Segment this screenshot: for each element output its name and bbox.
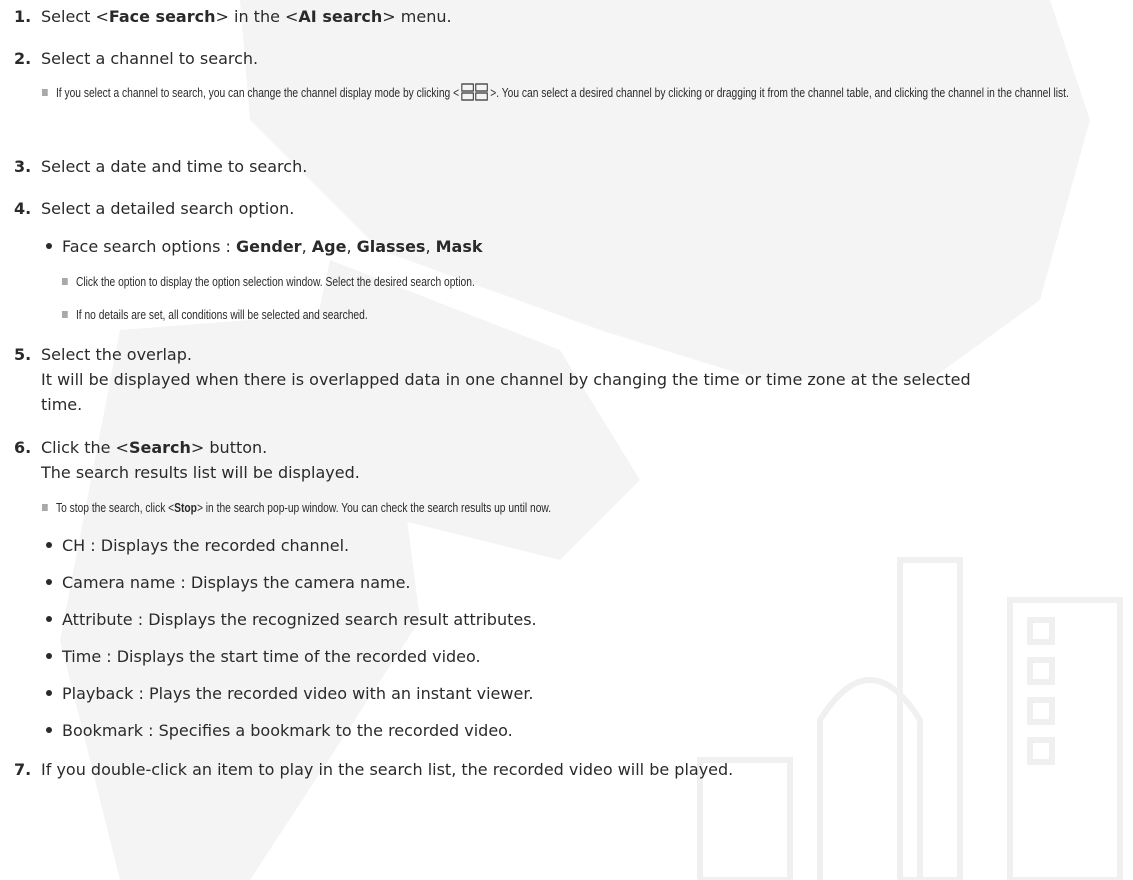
result-field-time: Time : Displays the start time of the re…	[46, 643, 481, 670]
search-button-label: Search	[128, 438, 191, 457]
step-number: 2.	[14, 49, 32, 68]
step-5-description: It will be displayed when there is overl…	[41, 370, 971, 389]
step-number: 5.	[14, 345, 32, 364]
result-field-ch: CH : Displays the recorded channel.	[46, 532, 349, 559]
step-1: 1. Select <Face search> in the <AI search…	[14, 3, 452, 30]
face-search-options: Face search options : Gender, Age, Glass…	[46, 233, 483, 260]
bullet-dot-icon	[46, 579, 52, 585]
menu-item-face-search: Face search	[108, 7, 216, 26]
note-marker-icon	[42, 504, 48, 511]
quad-grid-icon	[461, 83, 488, 101]
bullet-dot-icon	[46, 727, 52, 733]
note-channel-display: If you select a channel to search, you c…	[42, 80, 1116, 107]
menu-ai-search: AI search	[298, 7, 383, 26]
bullet-dot-icon	[46, 243, 52, 249]
step-number: 6.	[14, 438, 32, 457]
note-marker-icon	[62, 278, 68, 285]
stop-button-label: Stop	[174, 501, 197, 515]
bullet-dot-icon	[46, 616, 52, 622]
step-6-description: The search results list will be displaye…	[41, 463, 360, 482]
result-field-bookmark: Bookmark : Specifies a bookmark to the r…	[46, 717, 513, 744]
step-number: 7.	[14, 760, 32, 779]
note-stop-search: To stop the search, click <Stop> in the …	[42, 495, 551, 522]
step-number: 1.	[14, 7, 32, 26]
note-marker-icon	[42, 89, 48, 96]
step-6: 6. Click the <Search> button.	[14, 434, 267, 461]
step-3: 3. Select a date and time to search.	[14, 153, 307, 180]
step-5: 5. Select the overlap.	[14, 341, 192, 368]
bullet-dot-icon	[46, 542, 52, 548]
step-7: 7. If you double-click an item to play in…	[14, 756, 733, 783]
bullet-dot-icon	[46, 690, 52, 696]
bullet-dot-icon	[46, 653, 52, 659]
result-field-attribute: Attribute : Displays the recognized sear…	[46, 606, 537, 633]
step-4: 4. Select a detailed search option.	[14, 195, 294, 222]
result-field-playback: Playback : Plays the recorded video with…	[46, 680, 534, 707]
step-number: 4.	[14, 199, 32, 218]
result-field-camera-name: Camera name : Displays the camera name.	[46, 569, 411, 596]
step-5-description-cont: time.	[41, 395, 83, 414]
step-number: 3.	[14, 157, 32, 176]
note-no-details: If no details are set, all conditions wi…	[62, 302, 368, 329]
step-2: 2. Select a channel to search.	[14, 45, 258, 72]
note-option-window: Click the option to display the option s…	[62, 269, 475, 296]
note-marker-icon	[62, 311, 68, 318]
